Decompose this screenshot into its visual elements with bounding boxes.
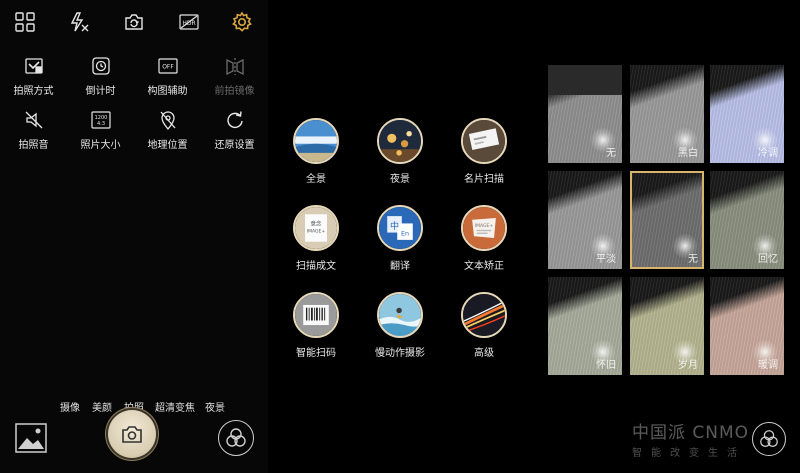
filter-tile[interactable]: 回忆 — [710, 171, 784, 269]
filter-label: 黑白 — [678, 148, 698, 159]
filter-label: 冷调 — [758, 148, 778, 159]
flash-off-icon[interactable] — [67, 10, 91, 34]
mode-translate[interactable]: 中 En 翻译 — [360, 205, 440, 275]
setting-label: 拍照方式 — [13, 86, 54, 97]
grid-icon[interactable] — [13, 10, 37, 34]
filter-tile[interactable]: 平淡 — [548, 171, 622, 269]
mode-label: 扫描成文 — [296, 261, 336, 272]
mirror-setting: 前拍镜像 — [201, 54, 268, 104]
mode-super-zoom[interactable]: 超清变焦 — [155, 399, 195, 414]
watermark-slogan: 智能改变生活 — [632, 448, 746, 459]
filter-button[interactable] — [218, 420, 254, 456]
setting-label: 照片大小 — [80, 140, 121, 151]
barcode-icon — [293, 292, 339, 338]
settings-gear-icon[interactable] — [230, 10, 254, 34]
gallery-thumbnail[interactable] — [15, 423, 47, 453]
resolution-icon: 1200 4:3 — [89, 108, 113, 132]
filter-label: 暖调 — [758, 360, 778, 371]
gallery-icon — [15, 423, 47, 453]
panorama-icon — [293, 118, 339, 164]
night-icon — [377, 118, 423, 164]
slow-motion-icon — [377, 292, 423, 338]
translate-icon: 中 En — [377, 205, 423, 251]
shutter-button[interactable] — [108, 410, 156, 458]
shutter-sound-setting[interactable]: 拍照音 — [0, 108, 67, 158]
hdr-icon[interactable]: HDR — [177, 10, 201, 34]
filter-tile[interactable]: 怀旧 — [548, 277, 622, 375]
mirror-icon — [223, 54, 247, 78]
setting-label: 构图辅助 — [147, 86, 188, 97]
mode-label: 翻译 — [390, 261, 410, 272]
text-correct-text: IMAGE+ — [475, 223, 494, 229]
setting-label: 拍照音 — [18, 140, 49, 151]
mode-label: 慢动作摄影 — [375, 348, 425, 359]
filter-label: 无 — [688, 254, 698, 265]
ratio-text: 4:3 — [96, 121, 104, 127]
mode-advanced[interactable]: 高级 — [444, 292, 524, 362]
watermark-brand: 中国派 CNMO — [632, 423, 750, 443]
setting-label: 倒计时 — [85, 86, 116, 97]
filter-icon — [760, 430, 778, 447]
capture-mode-icon — [22, 54, 46, 78]
filter-tile[interactable]: 黑白 — [630, 65, 704, 163]
grid-assist-icon: OFF — [156, 54, 180, 78]
filter-label: 平淡 — [596, 254, 616, 265]
mode-doc-scan[interactable]: 意念 IMAGE+ 扫描成文 — [276, 205, 356, 275]
mode-night[interactable]: 夜景 — [360, 118, 440, 188]
reset-icon — [223, 108, 247, 132]
mode-label: 夜景 — [390, 174, 410, 185]
card-scan-icon — [461, 118, 507, 164]
location-setting[interactable]: 地理位置 — [134, 108, 201, 158]
translate-zh: 中 — [390, 220, 399, 232]
mode-video[interactable]: 摄像 — [60, 399, 80, 414]
filter-tile[interactable]: 无 — [548, 65, 622, 163]
filter-button[interactable] — [752, 422, 786, 456]
doc-scan-text-2: IMAGE+ — [307, 229, 326, 235]
filter-tile-selected[interactable]: 无 — [630, 171, 704, 269]
mode-label: 智能扫码 — [296, 348, 336, 359]
off-text: OFF — [162, 64, 174, 71]
filter-tile[interactable]: 暖调 — [710, 277, 784, 375]
shutter-sound-off-icon — [22, 108, 46, 132]
filter-tile[interactable]: 冷调 — [710, 65, 784, 163]
top-toolbar: HDR — [0, 0, 268, 44]
location-off-icon — [156, 108, 180, 132]
filter-label: 怀旧 — [596, 360, 616, 371]
text-correct-icon: IMAGE+ — [461, 205, 507, 251]
mode-barcode[interactable]: 智能扫码 — [276, 292, 356, 362]
setting-label: 前拍镜像 — [214, 86, 255, 97]
mode-text-correct[interactable]: IMAGE+ 文本矫正 — [444, 205, 524, 275]
timer-icon — [89, 54, 113, 78]
mode-beauty[interactable]: 美颜 — [92, 399, 112, 414]
setting-label: 地理位置 — [147, 140, 188, 151]
mode-card-scan[interactable]: 名片扫描 — [444, 118, 524, 188]
mode-label: 名片扫描 — [464, 174, 504, 185]
camera-settings-panel: HDR 拍照方式 倒计时 OFF 构图辅助 前拍镜像 拍照音 1200 4:3 … — [0, 0, 268, 473]
filter-label: 无 — [606, 148, 616, 159]
switch-camera-icon[interactable] — [122, 10, 146, 34]
advanced-icon — [461, 292, 507, 338]
doc-scan-text-1: 意念 — [311, 219, 322, 227]
camera-icon — [122, 426, 142, 443]
filter-label: 回忆 — [758, 254, 778, 265]
mode-night[interactable]: 夜景 — [205, 399, 225, 414]
doc-scan-icon: 意念 IMAGE+ — [293, 205, 339, 251]
filter-icon — [226, 428, 246, 447]
translate-en: En — [401, 229, 409, 237]
filter-tile[interactable]: 岁月 — [630, 277, 704, 375]
filter-label: 岁月 — [678, 360, 698, 371]
mode-label: 全景 — [306, 174, 326, 185]
grid-assist-setting[interactable]: OFF 构图辅助 — [134, 54, 201, 104]
mode-label: 高级 — [474, 348, 494, 359]
filter-picker-panel: 无 黑白 冷调 平淡 无 回忆 怀旧 岁月 暖调 — [540, 0, 800, 473]
mode-slow-motion[interactable]: 慢动作摄影 — [360, 292, 440, 362]
timer-setting[interactable]: 倒计时 — [67, 54, 134, 104]
reset-setting[interactable]: 还原设置 — [201, 108, 268, 158]
camera-modes-panel: 全景 夜景 名片扫描 意念 IMAGE+ 扫描成文 中 En 翻译 IMAGE+… — [268, 0, 540, 473]
capture-mode-setting[interactable]: 拍照方式 — [0, 54, 67, 104]
setting-label: 还原设置 — [214, 140, 255, 151]
mode-panorama[interactable]: 全景 — [276, 118, 356, 188]
mode-label: 文本矫正 — [464, 261, 504, 272]
resolution-setting[interactable]: 1200 4:3 照片大小 — [67, 108, 134, 158]
